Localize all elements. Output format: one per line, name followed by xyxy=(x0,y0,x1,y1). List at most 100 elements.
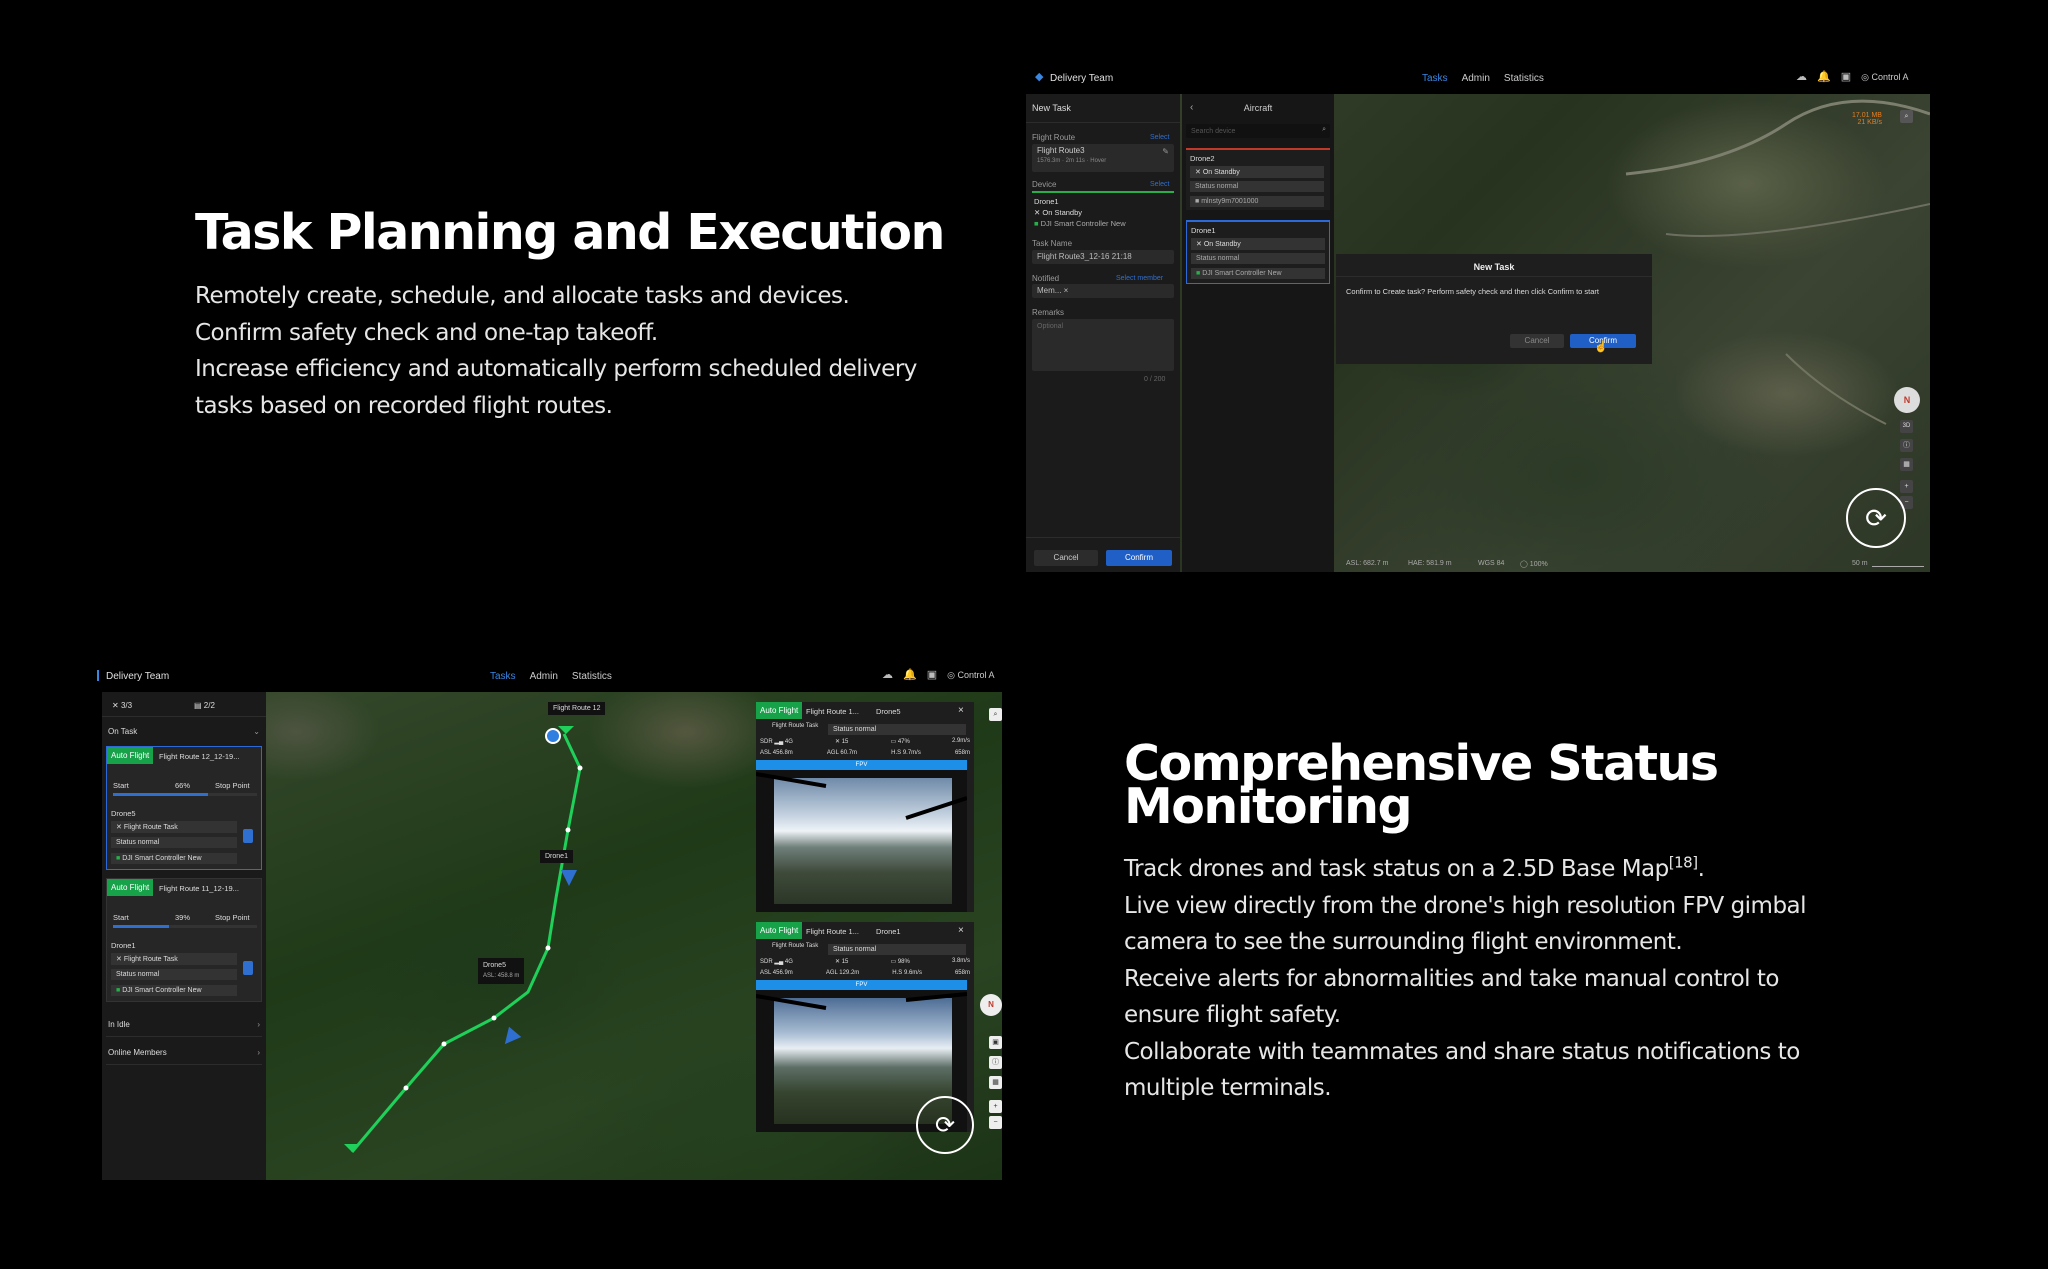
zoom-in-icon[interactable]: + xyxy=(989,1100,1002,1113)
flight-route-card[interactable]: Flight Route3 1576.3m · 2m 11s · Hover ✎ xyxy=(1032,144,1174,172)
status-wgs: WGS 84 xyxy=(1478,560,1505,567)
bell-icon[interactable]: 🔔 xyxy=(903,670,917,681)
nav-admin[interactable]: Admin xyxy=(1462,73,1490,84)
close-icon[interactable]: × xyxy=(958,925,964,936)
user-menu[interactable]: ◎ Control A xyxy=(947,670,994,681)
section2-line: Track drones and task status on a 2.5D B… xyxy=(1124,851,1924,888)
in-idle-header[interactable]: In Idle › xyxy=(108,1020,260,1029)
battery-level: 98% xyxy=(897,959,910,965)
on-task-header[interactable]: On Task ⌄ xyxy=(108,727,260,736)
controller-icon: ■ xyxy=(116,987,121,994)
signal-label: 4G xyxy=(784,739,793,745)
weather-icon[interactable]: ☁ xyxy=(1796,72,1807,83)
edit-icon[interactable]: ✎ xyxy=(1162,147,1169,156)
confirm-dialog: New Task Confirm to Create task? Perform… xyxy=(1336,254,1652,364)
remarks-label: Remarks xyxy=(1032,308,1065,317)
nav-tasks[interactable]: Tasks xyxy=(1422,73,1448,84)
fpv-video[interactable] xyxy=(756,770,967,912)
video-status: Status normal xyxy=(828,944,966,955)
info-icon[interactable]: ⓘ xyxy=(1900,439,1913,452)
search-icon[interactable]: ⌕ xyxy=(1322,126,1326,134)
fpv-bar[interactable]: FPV xyxy=(756,980,967,990)
user-icon: ◎ xyxy=(1861,72,1869,82)
satellite-count: 15 xyxy=(841,959,849,965)
dialog-cancel-button[interactable]: Cancel xyxy=(1510,334,1564,348)
replay-icon[interactable]: ⟳ xyxy=(1846,488,1906,548)
task-card[interactable]: Auto Flight Flight Route 12_12-19... Sta… xyxy=(106,746,262,870)
sdr-label: SDR xyxy=(760,959,773,965)
nav-admin[interactable]: Admin xyxy=(530,671,558,682)
device-name: Drone1 xyxy=(1034,197,1059,206)
layers-icon[interactable]: ▦ xyxy=(1900,458,1913,471)
controller-icon[interactable]: ▣ xyxy=(927,670,937,681)
task-card[interactable]: Auto Flight Flight Route 11_12-19... Sta… xyxy=(106,878,262,1002)
confirm-button[interactable]: Confirm xyxy=(1106,550,1172,566)
nav-statistics[interactable]: Statistics xyxy=(572,671,612,682)
cancel-button[interactable]: Cancel xyxy=(1034,550,1098,566)
controller-side-icon[interactable] xyxy=(243,829,253,843)
drone-icon: ✕ xyxy=(116,824,122,831)
task-controller: ■ DJI Smart Controller New xyxy=(111,985,237,996)
telemetry-row: SDR ▂▄ 4G ✕ 15 ▭ 47% 2.9m/s xyxy=(760,738,970,745)
weather-icon[interactable]: ☁ xyxy=(882,670,893,681)
nav-statistics[interactable]: Statistics xyxy=(1504,73,1544,84)
task-list-panel: ✕ 3/3 ▤ 2/2 On Task ⌄ Auto Flight Flight … xyxy=(102,692,266,1180)
fpv-bar[interactable]: FPV xyxy=(756,760,967,770)
zoom-in-icon[interactable]: + xyxy=(1900,480,1913,493)
search-placeholder: Search device xyxy=(1191,128,1236,135)
drone1-marker[interactable] xyxy=(561,870,577,886)
in-idle-label: In Idle xyxy=(108,1020,130,1029)
remarks-textarea[interactable]: Optional xyxy=(1032,319,1174,371)
zoom-out-icon[interactable]: − xyxy=(989,1116,1002,1129)
task-progress-fill xyxy=(113,793,209,796)
view-3d-button[interactable]: 3D xyxy=(1900,420,1913,433)
info-icon[interactable]: ⓘ xyxy=(989,1056,1002,1069)
vertical-speed: 2.9m/s xyxy=(951,738,970,744)
task-status: Status normal xyxy=(111,969,237,980)
search-device-input[interactable]: Search device ⌕ xyxy=(1186,124,1330,138)
map-search-icon[interactable]: ⌕ xyxy=(989,708,1002,721)
status-hae: HAE: 581.9 m xyxy=(1408,560,1452,567)
online-members-header[interactable]: Online Members › xyxy=(108,1048,260,1057)
compass-widget[interactable]: N xyxy=(980,994,1002,1016)
task-start: Start xyxy=(113,781,129,790)
hspeed-readout: H.S 9.6m/s xyxy=(892,970,922,976)
task-name-input[interactable]: Flight Route3_12-16 21:18 xyxy=(1032,250,1174,264)
video-drone: Drone5 xyxy=(876,707,901,716)
device-status: ✕ On Standby xyxy=(1034,208,1082,217)
task-count-icon: ▤ xyxy=(194,701,202,710)
device-label: Device xyxy=(1032,180,1057,189)
bell-icon[interactable]: 🔔 xyxy=(1817,72,1831,83)
replay-icon[interactable]: ⟳ xyxy=(916,1096,974,1154)
nav-tasks[interactable]: Tasks xyxy=(490,671,516,682)
task-name-label: Task Name xyxy=(1032,239,1073,248)
user-menu[interactable]: ◎ Control A xyxy=(1861,72,1908,83)
map-search-icon[interactable]: ⌕ xyxy=(1900,110,1913,123)
top-bar-actions: ☁ 🔔 ▣ ◎ Control A xyxy=(1796,72,1909,83)
map-label-drone5: Drone5 ASL: 458.8 m xyxy=(478,958,525,984)
device-select[interactable]: Select xyxy=(1150,181,1169,188)
agl-readout: AGL 129.2m xyxy=(825,970,860,976)
task-planning-screenshot: ◆ Delivery Team Tasks Admin Statistics ☁… xyxy=(1026,62,1930,572)
layers-icon[interactable]: ▦ xyxy=(989,1076,1002,1089)
footnote-ref[interactable]: [18] xyxy=(1669,853,1698,871)
view-3d-button[interactable]: ▣ xyxy=(989,1036,1002,1049)
signal-readout: SDR ▂▄ 4G xyxy=(760,959,793,965)
drone-video-panel: Auto Flight Flight Route 1... Drone5 × F… xyxy=(756,702,974,912)
notified-input[interactable]: Mem... × xyxy=(1032,284,1174,298)
task-progress-bar xyxy=(113,793,257,796)
select-member-link[interactable]: Select member xyxy=(1116,275,1163,282)
task-controller-text: DJI Smart Controller New xyxy=(122,855,202,862)
drone-card[interactable]: Drone2 ✕ On Standby Status normal ■ mlns… xyxy=(1186,148,1330,210)
close-icon[interactable]: × xyxy=(958,705,964,716)
controller-side-icon[interactable] xyxy=(243,961,253,975)
device-card[interactable]: Drone1 ✕ On Standby ■ DJI Smart Controll… xyxy=(1032,194,1174,228)
flight-route-select[interactable]: Select xyxy=(1150,134,1169,141)
task-tag: Auto Flight xyxy=(107,747,154,764)
compass-widget[interactable]: N xyxy=(1894,387,1920,413)
controller-icon[interactable]: ▣ xyxy=(1841,72,1851,83)
top-bar: ◆ Delivery Team Tasks Admin Statistics ☁… xyxy=(1026,62,1930,94)
drone-card[interactable]: Drone1 ✕ On Standby Status normal ■ DJI … xyxy=(1186,220,1330,284)
route-start-marker[interactable] xyxy=(545,728,561,744)
satellite-readout: ✕ 15 xyxy=(835,959,849,965)
